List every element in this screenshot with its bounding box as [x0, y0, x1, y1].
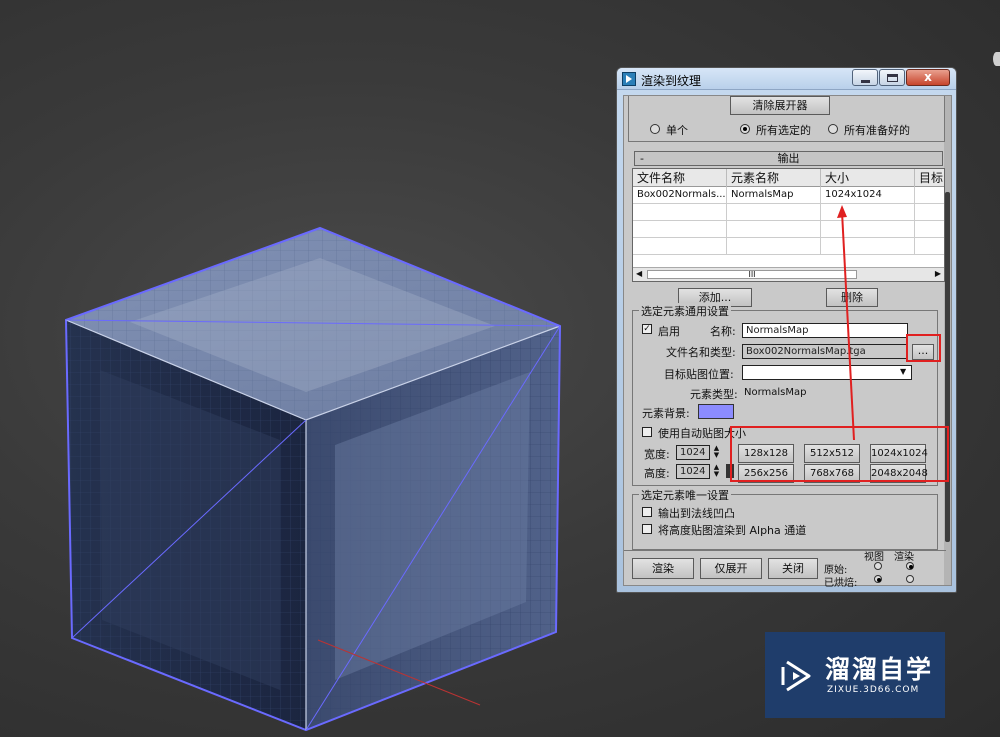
- col-element-name[interactable]: 元素名称: [727, 169, 821, 187]
- height-alpha-label: 将高度贴图渲染到 Alpha 通道: [658, 524, 807, 537]
- output-table[interactable]: 文件名称 元素名称 大小 目标 Box002Normals... Normals…: [632, 168, 945, 282]
- maximize-icon: [887, 74, 898, 82]
- table-row[interactable]: [633, 204, 944, 221]
- common-settings-title: 选定元素通用设置: [639, 303, 731, 319]
- unique-settings-title: 选定元素唯一设置: [639, 487, 731, 503]
- window-title: 渲染到纹理: [641, 74, 702, 88]
- watermark-url: ZIXUE.3D66.COM: [827, 685, 920, 695]
- output-rollout-header[interactable]: - 输出: [634, 151, 943, 166]
- width-field[interactable]: 1024: [676, 445, 710, 460]
- original-view-radio[interactable]: [874, 562, 882, 570]
- chevron-down-icon[interactable]: ▼: [900, 367, 906, 376]
- radio-all-prepared-label: 所有准备好的: [844, 124, 910, 137]
- cell-filename: Box002Normals...: [633, 187, 727, 203]
- normal-bump-label: 输出到法线凹凸: [658, 507, 735, 520]
- scroll-right-icon[interactable]: ▶: [935, 269, 941, 278]
- cell-size: 1024x1024: [821, 187, 915, 203]
- radio-all-selected[interactable]: [740, 124, 750, 134]
- cell-element-name: NormalsMap: [727, 187, 821, 203]
- clear-unwrapper-button[interactable]: 清除展开器: [730, 96, 830, 115]
- collapse-icon: -: [640, 152, 644, 165]
- maximize-button[interactable]: [879, 69, 905, 86]
- delete-button[interactable]: 删除: [826, 288, 878, 307]
- element-type-value: NormalsMap: [744, 387, 807, 398]
- radio-single-label: 单个: [666, 124, 688, 137]
- watermark: 溜溜自学 ZIXUE.3D66.COM: [765, 632, 945, 718]
- table-header: 文件名称 元素名称 大小 目标: [633, 169, 944, 187]
- close-icon: x: [924, 70, 932, 84]
- width-spinner-icon[interactable]: ▲ ▼: [712, 445, 721, 460]
- title-bar[interactable]: 渲染到纹理 x: [617, 68, 956, 90]
- height-spinner-icon[interactable]: ▲ ▼: [712, 464, 721, 479]
- play-logo-icon: [781, 660, 811, 692]
- filename-field[interactable]: Box002NormalsMap.tga: [742, 344, 908, 359]
- col-target[interactable]: 目标: [915, 169, 944, 187]
- scroll-left-icon[interactable]: ◀: [636, 269, 642, 278]
- normal-bump-checkbox[interactable]: [642, 507, 652, 517]
- table-row[interactable]: [633, 221, 944, 238]
- render-column-label: 渲染: [894, 552, 914, 563]
- bg-color-swatch[interactable]: [698, 404, 734, 419]
- horizontal-scrollbar[interactable]: ◀ III ▶: [633, 267, 944, 281]
- watermark-title: 溜溜自学: [825, 655, 934, 684]
- minimize-button[interactable]: [852, 69, 878, 86]
- scroll-thumb[interactable]: [945, 192, 950, 542]
- table-row[interactable]: [633, 238, 944, 255]
- render-button[interactable]: 渲染: [632, 558, 694, 579]
- target-label: 目标贴图位置:: [664, 368, 734, 381]
- filename-label: 文件名和类型:: [666, 346, 736, 359]
- baked-render-radio[interactable]: [906, 575, 914, 583]
- width-label: 宽度:: [644, 448, 670, 461]
- cell-target: [915, 187, 944, 203]
- close-button[interactable]: 关闭: [768, 558, 818, 579]
- auto-size-checkbox[interactable]: [642, 427, 652, 437]
- bg-label: 元素背景:: [642, 407, 690, 420]
- unwrap-only-button[interactable]: 仅展开: [700, 558, 762, 579]
- target-dropdown[interactable]: [742, 365, 912, 380]
- baked-view-radio[interactable]: [874, 575, 882, 583]
- hscroll-thumb[interactable]: III: [647, 270, 857, 279]
- minimize-icon: [861, 80, 870, 83]
- original-render-radio[interactable]: [906, 562, 914, 570]
- radio-all-selected-label: 所有选定的: [756, 124, 811, 137]
- name-field[interactable]: NormalsMap: [742, 323, 908, 338]
- output-rollout-title: 输出: [777, 152, 800, 165]
- close-window-button[interactable]: x: [906, 69, 950, 86]
- vertical-scrollbar[interactable]: [944, 96, 951, 585]
- baked-label: 已烘焙:: [824, 578, 858, 589]
- view-column-label: 视图: [864, 552, 884, 563]
- element-type-label: 元素类型:: [690, 388, 738, 401]
- height-label: 高度:: [644, 467, 670, 480]
- table-row[interactable]: Box002Normals... NormalsMap 1024x1024: [633, 187, 944, 204]
- radio-single[interactable]: [650, 124, 660, 134]
- render-to-texture-dialog: 渲染到纹理 x 清除展开器 单个 所有选定的 所有准备好的 - 输出 文件名称 …: [616, 67, 957, 593]
- annotation-size-highlight: [730, 426, 949, 482]
- enable-label: 启用: [658, 325, 680, 338]
- height-field[interactable]: 1024: [676, 464, 710, 479]
- app-icon: [622, 72, 636, 86]
- col-filename[interactable]: 文件名称: [633, 169, 727, 187]
- col-size[interactable]: 大小: [821, 169, 915, 187]
- enable-checkbox[interactable]: ✓: [642, 324, 652, 334]
- height-alpha-checkbox[interactable]: [642, 524, 652, 534]
- name-label: 名称:: [710, 325, 736, 338]
- annotation-browse-highlight: [906, 334, 941, 362]
- viewport-edge-marker: [993, 52, 1000, 66]
- radio-all-prepared[interactable]: [828, 124, 838, 134]
- dialog-client: 清除展开器 单个 所有选定的 所有准备好的 - 输出 文件名称 元素名称 大小 …: [623, 95, 952, 589]
